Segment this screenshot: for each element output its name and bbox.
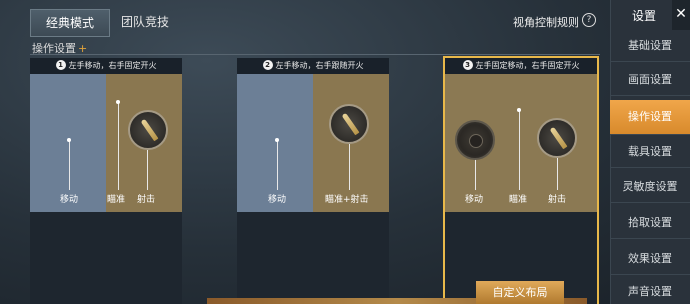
label-move: 移动 — [268, 195, 287, 205]
label-move: 移动 — [465, 195, 484, 205]
view-control-rules-link[interactable]: 视角控制规则 — [513, 14, 579, 30]
number-badge: 2 — [262, 60, 273, 70]
move-guide-line — [277, 140, 278, 190]
card-title: 左手移动，右手固定开火 — [68, 61, 157, 70]
shoot-guide-line — [147, 150, 148, 190]
sidebar-item-sensitivity[interactable]: 灵敏度设置 — [610, 172, 690, 203]
control-layout-card-3[interactable]: 3 左手固定移动，右手固定开火 移动 瞄准 射击 — [443, 56, 599, 304]
move-guide-line — [475, 158, 476, 190]
sidebar-item-vehicle[interactable]: 载具设置 — [610, 137, 690, 168]
aim-shoot-guide-line — [349, 144, 350, 190]
move-point — [67, 138, 71, 142]
card-title: 左手固定移动，右手固定开火 — [475, 61, 580, 70]
help-icon[interactable]: ? — [582, 13, 596, 27]
sidebar-item-controls[interactable]: 操作设置 — [610, 100, 690, 135]
sidebar-title: 设置 — [632, 9, 657, 23]
fire-button-icon — [329, 104, 369, 144]
aim-point — [116, 100, 120, 104]
label-aim: 瞄准 — [107, 195, 126, 205]
label-shoot: 射击 — [548, 195, 567, 205]
control-layout-card-1[interactable]: 1 左手移动，右手固定开火 移动 瞄准 射击 — [30, 58, 182, 304]
move-guide-line — [69, 140, 70, 190]
sidebar-item-pickup[interactable]: 拾取设置 — [610, 208, 690, 239]
sidebar-item-basic[interactable]: 基础设置 — [610, 31, 690, 62]
tab-team-deathmatch[interactable]: 团队竞技 — [110, 9, 180, 35]
fire-button-icon — [128, 110, 168, 150]
move-point — [275, 138, 279, 142]
number-badge: 1 — [55, 60, 66, 70]
label-shoot: 射击 — [137, 195, 156, 205]
card-header: 1 左手移动，右手固定开火 — [30, 58, 182, 74]
sidebar-item-graphics[interactable]: 画面设置 — [610, 65, 690, 96]
custom-layout-button[interactable]: 自定义布局 — [476, 281, 564, 304]
aim-guide-line — [118, 102, 119, 190]
aim-guide-line — [519, 110, 520, 190]
tab-classic-mode[interactable]: 经典模式 — [30, 9, 110, 37]
joystick-icon — [455, 120, 495, 160]
label-aim: 瞄准 — [509, 195, 528, 205]
label-move: 移动 — [60, 195, 79, 205]
aim-point — [517, 108, 521, 112]
number-badge: 3 — [462, 60, 473, 70]
label-aim-shoot: 瞄准+射击 — [325, 195, 369, 205]
card-header: 2 左手移动，右手跟随开火 — [237, 58, 389, 74]
fire-button-icon — [537, 118, 577, 158]
sidebar-item-sound[interactable]: 声音设置 — [610, 280, 690, 304]
card-header: 3 左手固定移动，右手固定开火 — [445, 58, 597, 74]
divider — [30, 54, 600, 55]
card-title: 左手移动，右手跟随开火 — [275, 61, 364, 70]
sidebar-item-effects[interactable]: 效果设置 — [610, 244, 690, 275]
control-layout-card-2[interactable]: 2 左手移动，右手跟随开火 移动 瞄准+射击 — [237, 58, 389, 304]
shoot-guide-line — [557, 158, 558, 190]
close-icon[interactable]: ✕ — [672, 0, 690, 30]
